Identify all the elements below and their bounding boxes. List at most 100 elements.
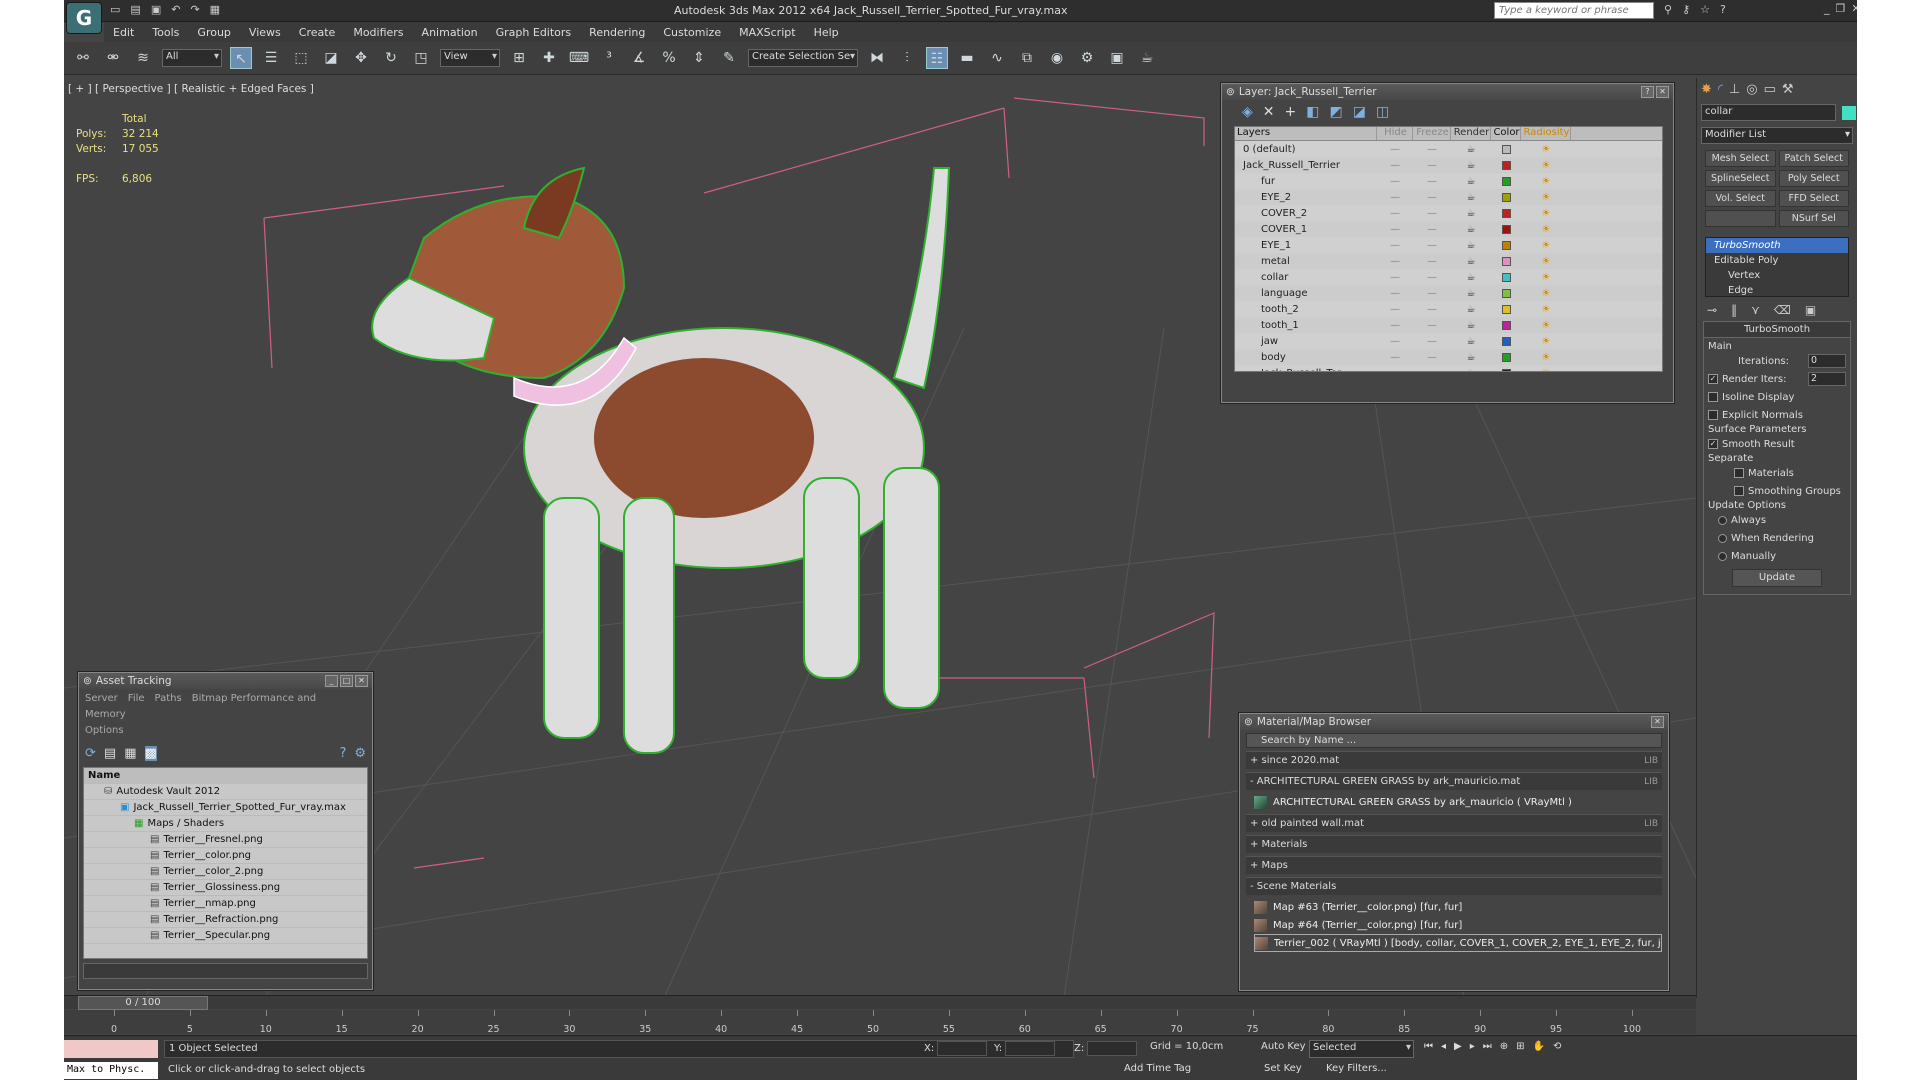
material-item[interactable]: ARCHITECTURAL GREEN GRASS by ark_maurici… xyxy=(1254,793,1662,811)
iterations-spinner[interactable]: 0 xyxy=(1808,354,1846,368)
layer-manager-icon[interactable]: ☷ xyxy=(926,47,948,69)
motion-tab-icon[interactable]: ◎ xyxy=(1746,82,1757,97)
highlight-layer-icon[interactable]: ◩ xyxy=(1329,104,1342,120)
color-swatch[interactable] xyxy=(1501,144,1511,154)
utilities-tab-icon[interactable]: ⚒ xyxy=(1782,82,1794,97)
layer-row[interactable]: Jack_Russell_Terrier — — ☕ ☀ xyxy=(1235,157,1662,173)
settings-icon[interactable]: ⚙ xyxy=(354,746,366,761)
time-slider-track[interactable]: 0 / 100 xyxy=(64,995,1696,1010)
color-swatch[interactable] xyxy=(1501,176,1511,186)
list-view-icon[interactable]: ▤ xyxy=(104,746,116,761)
color-swatch[interactable] xyxy=(1501,352,1511,362)
project-folder-icon[interactable]: ▦ xyxy=(210,3,220,16)
material-section[interactable]: - Scene Materials xyxy=(1246,877,1662,895)
time-slider-thumb[interactable]: 0 / 100 xyxy=(78,996,208,1010)
asset-tree-row[interactable]: ▤ Terrier__color.png xyxy=(84,848,367,864)
layer-render-icon[interactable]: ☕ xyxy=(1451,304,1491,315)
pivot-icon[interactable]: ⊞ xyxy=(508,47,530,69)
layer-hide-toggle[interactable]: — xyxy=(1377,320,1413,331)
layer-radiosity-icon[interactable]: ☀ xyxy=(1521,208,1571,219)
layer-hide-toggle[interactable]: — xyxy=(1377,288,1413,299)
layer-color-swatch[interactable] xyxy=(1491,352,1521,362)
coord-z-field[interactable] xyxy=(1087,1041,1138,1056)
color-swatch[interactable] xyxy=(1501,256,1511,266)
color-swatch[interactable] xyxy=(1501,336,1511,346)
coord-y-field[interactable] xyxy=(1005,1041,1056,1056)
save-file-icon[interactable]: ▣ xyxy=(151,3,161,16)
make-unique-icon[interactable]: ⋎ xyxy=(1751,303,1760,317)
layer-freeze-toggle[interactable]: — xyxy=(1413,368,1451,372)
snaps-icon[interactable]: ³ xyxy=(598,47,620,69)
material-search-input[interactable]: Search by Name ... xyxy=(1246,733,1662,748)
material-editor-icon[interactable]: ◉ xyxy=(1046,47,1068,69)
color-swatch[interactable] xyxy=(1501,224,1511,234)
display-tab-icon[interactable]: ▭ xyxy=(1764,82,1776,97)
scene-material-item[interactable]: Terrier_002 ( VRayMtl ) [body, collar, C… xyxy=(1254,934,1662,952)
layer-row[interactable]: collar — — ☕ ☀ xyxy=(1235,269,1662,285)
layer-panel-titlebar[interactable]: ⊚ Layer: Jack_Russell_Terrier ? ✕ xyxy=(1222,84,1673,100)
color-swatch[interactable] xyxy=(1501,240,1511,250)
update-button[interactable]: Update xyxy=(1732,569,1822,587)
layer-color-swatch[interactable] xyxy=(1491,272,1521,282)
layer-color-swatch[interactable] xyxy=(1491,304,1521,314)
modifier-button-patch-select[interactable]: Patch Select xyxy=(1778,150,1849,167)
manually-radio[interactable] xyxy=(1718,551,1727,561)
layer-color-swatch[interactable] xyxy=(1491,208,1521,218)
layer-row[interactable]: fur — — ☕ ☀ xyxy=(1235,173,1662,189)
color-swatch[interactable] xyxy=(1501,304,1511,314)
stack-item-turbosmooth[interactable]: TurboSmooth xyxy=(1706,238,1848,253)
col-render[interactable]: Render xyxy=(1451,127,1491,140)
material-section[interactable]: + since 2020.mat LIB xyxy=(1246,751,1662,769)
viewport-label[interactable]: [ + ] [ Perspective ] [ Realistic + Edge… xyxy=(68,83,314,95)
layer-row[interactable]: jaw — — ☕ ☀ xyxy=(1235,333,1662,349)
key-icon[interactable]: ⚷ xyxy=(1682,3,1690,16)
layer-freeze-toggle[interactable]: — xyxy=(1413,224,1451,235)
menu-views[interactable]: Views xyxy=(240,23,290,42)
app-logo-button[interactable]: G xyxy=(66,2,102,34)
layer-hide-toggle[interactable]: — xyxy=(1377,192,1413,203)
layer-radiosity-icon[interactable]: ☀ xyxy=(1521,160,1571,171)
explicit-normals-checkbox[interactable] xyxy=(1708,410,1718,420)
materials-checkbox[interactable] xyxy=(1734,468,1744,478)
new-file-icon[interactable]: ▭ xyxy=(110,3,120,16)
modifier-button-empty[interactable] xyxy=(1705,210,1776,227)
star-icon[interactable]: ☆ xyxy=(1700,3,1710,16)
select-layer-icon[interactable]: ◧ xyxy=(1306,104,1319,120)
layer-hide-toggle[interactable]: — xyxy=(1377,272,1413,283)
color-swatch[interactable] xyxy=(1501,368,1511,371)
material-close-button[interactable]: ✕ xyxy=(1651,716,1664,728)
render-setup-icon[interactable]: ⚙ xyxy=(1076,47,1098,69)
mirror-icon[interactable]: ⧓ xyxy=(866,47,888,69)
layer-freeze-toggle[interactable]: — xyxy=(1413,256,1451,267)
col-hide[interactable]: Hide xyxy=(1377,127,1413,140)
show-end-result-icon[interactable]: ‖ xyxy=(1731,303,1737,317)
layer-color-swatch[interactable] xyxy=(1491,160,1521,170)
layer-help-button[interactable]: ? xyxy=(1641,86,1654,98)
modifier-button-nsurf-sel[interactable]: NSurf Sel xyxy=(1778,210,1849,227)
menu-maxscript[interactable]: MAXScript xyxy=(730,23,804,42)
layer-render-icon[interactable]: ☕ xyxy=(1451,240,1491,251)
material-section[interactable]: + Maps xyxy=(1246,856,1662,874)
layer-freeze-toggle[interactable]: — xyxy=(1413,352,1451,363)
asset-menu-file[interactable]: File xyxy=(128,693,145,704)
align-icon[interactable]: ⫶ xyxy=(896,47,918,69)
layer-color-swatch[interactable] xyxy=(1491,256,1521,266)
color-swatch[interactable] xyxy=(1501,160,1511,170)
menu-animation[interactable]: Animation xyxy=(413,23,487,42)
hierarchy-tab-icon[interactable]: ⊥ xyxy=(1729,82,1740,97)
menu-rendering[interactable]: Rendering xyxy=(580,23,654,42)
layer-color-swatch[interactable] xyxy=(1491,240,1521,250)
menu-customize[interactable]: Customize xyxy=(654,23,730,42)
asset-menu-server[interactable]: Server xyxy=(85,693,118,704)
add-to-layer-icon[interactable]: + xyxy=(1285,104,1297,120)
key-filters-button[interactable]: Key Filters... xyxy=(1326,1063,1387,1074)
modify-tab-icon[interactable]: ◜ xyxy=(1718,82,1723,97)
select-by-name-icon[interactable]: ☰ xyxy=(260,47,282,69)
goto-start-icon[interactable]: ⏮ xyxy=(1424,1041,1433,1052)
col-color[interactable]: Color xyxy=(1491,127,1521,140)
modifier-button-poly-select[interactable]: Poly Select xyxy=(1778,170,1849,187)
play-icon[interactable]: ▶ xyxy=(1454,1041,1462,1052)
help-icon[interactable]: ? xyxy=(1720,3,1726,16)
close-button[interactable]: ✕ xyxy=(1851,2,1857,15)
menu-help[interactable]: Help xyxy=(805,23,848,42)
